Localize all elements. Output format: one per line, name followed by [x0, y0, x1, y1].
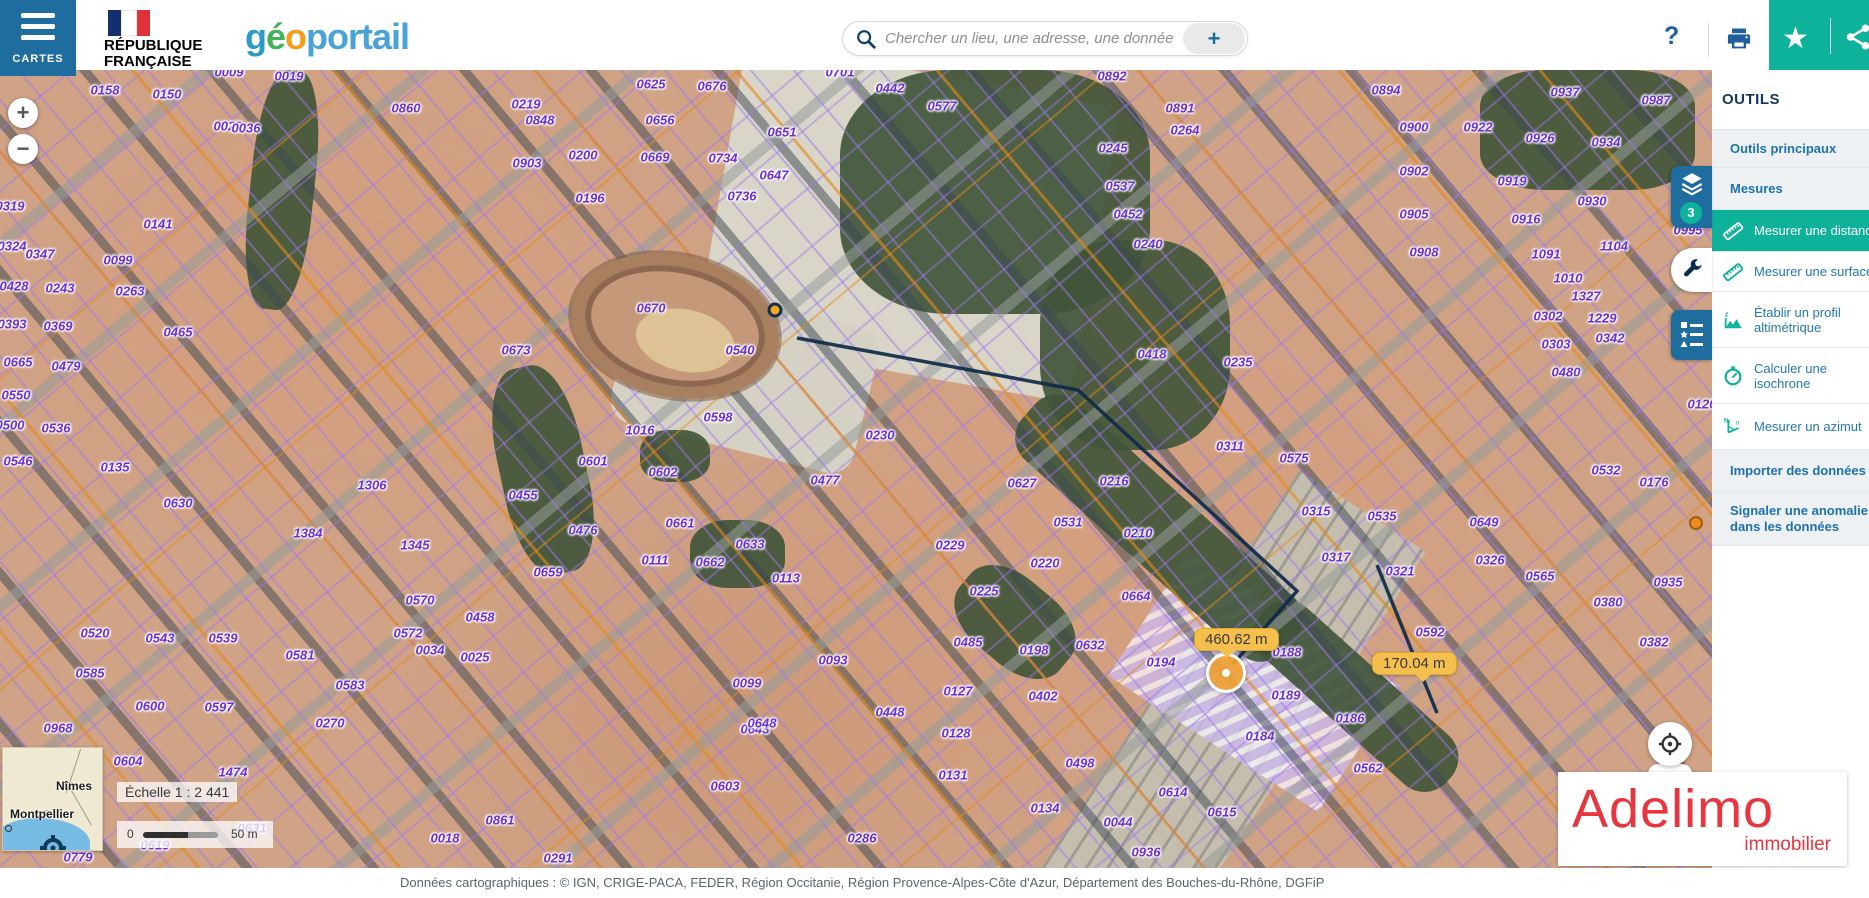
tools-panel-title: OUTILS: [1712, 70, 1869, 130]
attribution-bar: Données cartographiques : © IGN, CRIGE-P…: [0, 868, 1869, 898]
app-header: RÉPUBLIQUE FRANÇAISE géoportail + ?: [0, 0, 1869, 70]
minimap-city-montpellier: Montpellier: [10, 807, 75, 821]
layers-button[interactable]: 3: [1671, 166, 1712, 228]
layers-icon: [1681, 173, 1702, 196]
panel-section-label: Signaler une anomalie dans les données: [1730, 502, 1868, 534]
header-divider: [1708, 23, 1709, 57]
measure-line: [1375, 564, 1439, 714]
locate-me-button[interactable]: [1648, 722, 1692, 766]
ruler-icon: [1712, 261, 1754, 283]
scale-ratio: Échelle 1 : 2 441: [117, 782, 238, 802]
cartes-menu-button[interactable]: CARTES: [0, 0, 76, 76]
cartes-label: CARTES: [12, 53, 64, 65]
share-button[interactable]: [1843, 22, 1869, 57]
search-input[interactable]: [885, 30, 1183, 47]
azimuth-icon: Nα: [1712, 416, 1754, 438]
tool-item-3[interactable]: Mesurer une surface: [1712, 252, 1869, 292]
france-flag-logo: [108, 10, 150, 36]
panel-section-label: Outils principaux: [1730, 140, 1837, 156]
layers-count-badge: 3: [1680, 202, 1702, 224]
measure-line: [796, 336, 1300, 666]
search-bar: +: [842, 21, 1248, 56]
target-icon: [1658, 732, 1682, 755]
tools-panel: OUTILS Outils principaux Mesures Mesurer u…: [1712, 70, 1869, 868]
geoportail-app: 0009 0019 0158 0150 0023 0036 0860 0219 0848 0656…: [0, 0, 1869, 898]
map-canvas[interactable]: 0009 0019 0158 0150 0023 0036 0860 0219 0848 0656…: [0, 70, 1712, 868]
tools-toggle-button[interactable]: [1671, 248, 1712, 292]
wrench-icon: [1683, 259, 1702, 277]
advanced-search-button[interactable]: +: [1183, 23, 1245, 54]
scale-zero-label: 0: [127, 827, 134, 841]
scale-ratio-text: Échelle 1 : 2 441: [125, 784, 230, 800]
tool-item-5[interactable]: Calculer une isochrone: [1712, 348, 1869, 404]
measure-total-value: 460.62 m: [1205, 631, 1268, 648]
scale-max-label: 50 m: [231, 827, 258, 841]
isochrone-icon: [1712, 365, 1754, 387]
measure-segment-tooltip: 170.04 m: [1372, 652, 1457, 682]
tool-item-label: Établir un profil altimétrique: [1754, 304, 1841, 335]
profile-icon: z: [1712, 309, 1754, 331]
panel-section-7[interactable]: Importer des données: [1712, 450, 1869, 492]
legend-button[interactable]: [1671, 310, 1712, 360]
geoportail-logo[interactable]: géoportail: [245, 16, 410, 58]
tool-item-label: Mesurer un azimut: [1754, 419, 1862, 434]
adelimo-watermark: Adelimo immobilier: [1558, 772, 1847, 866]
zoom-in-button[interactable]: +: [8, 98, 38, 128]
minimap-city-nimes: Nîmes: [56, 779, 93, 793]
measure-segment-value: 170.04 m: [1383, 655, 1446, 672]
tool-item-label: Mesurer une surface: [1754, 264, 1869, 279]
tool-item-4[interactable]: z Établir un profil altimétrique: [1712, 292, 1869, 348]
overview-minimap[interactable]: Nîmes Montpellier: [2, 747, 103, 851]
measure-current-point[interactable]: [1206, 653, 1246, 693]
tool-item-6[interactable]: Nα Mesurer un azimut: [1712, 404, 1869, 450]
measure-line-layer: [796, 336, 1439, 714]
panel-section-1[interactable]: Mesures: [1712, 168, 1869, 210]
actions-divider: [1830, 18, 1831, 54]
scale-bar: 0 50 m: [117, 821, 273, 848]
printer-icon: [1727, 28, 1751, 49]
share-icon: [1846, 24, 1869, 50]
panel-section-label: Mesures: [1730, 180, 1783, 196]
measure-total-tooltip: 460.62 m: [1194, 628, 1279, 658]
minimap-position-icon: [40, 835, 66, 850]
attribution-text: Données cartographiques : © IGN, CRIGE-P…: [400, 875, 1325, 890]
scale-bar-line: [143, 832, 218, 838]
zoom-out-button[interactable]: −: [8, 134, 38, 164]
panel-section-label: Importer des données: [1730, 462, 1866, 478]
search-icon[interactable]: [855, 28, 877, 50]
republique-francaise-label: RÉPUBLIQUE FRANÇAISE: [104, 37, 203, 70]
measure-start-point[interactable]: [767, 302, 783, 318]
hamburger-icon: [21, 13, 55, 46]
panel-section-0[interactable]: Outils principaux: [1712, 130, 1869, 168]
print-button[interactable]: [1724, 25, 1754, 58]
legend-icon: [1680, 322, 1703, 347]
adelimo-subtitle: immobilier: [1744, 834, 1831, 855]
help-button[interactable]: ?: [1664, 22, 1679, 51]
tool-item-label: Calculer une isochrone: [1754, 360, 1827, 391]
svg-text:α: α: [1736, 419, 1740, 426]
panel-section-8[interactable]: Signaler une anomalie dans les données: [1712, 492, 1869, 546]
adelimo-name: Adelimo: [1572, 779, 1775, 839]
favorites-star-button[interactable]: ★: [1782, 21, 1809, 56]
svg-text:z: z: [1725, 309, 1729, 318]
measure-end-point[interactable]: [1689, 516, 1703, 530]
tool-item-label: Mesurer une distance: [1754, 223, 1869, 238]
minimap-city-marker: [5, 825, 12, 832]
tool-item-2[interactable]: Mesurer une distance: [1712, 210, 1869, 252]
ruler-icon: [1712, 220, 1754, 242]
